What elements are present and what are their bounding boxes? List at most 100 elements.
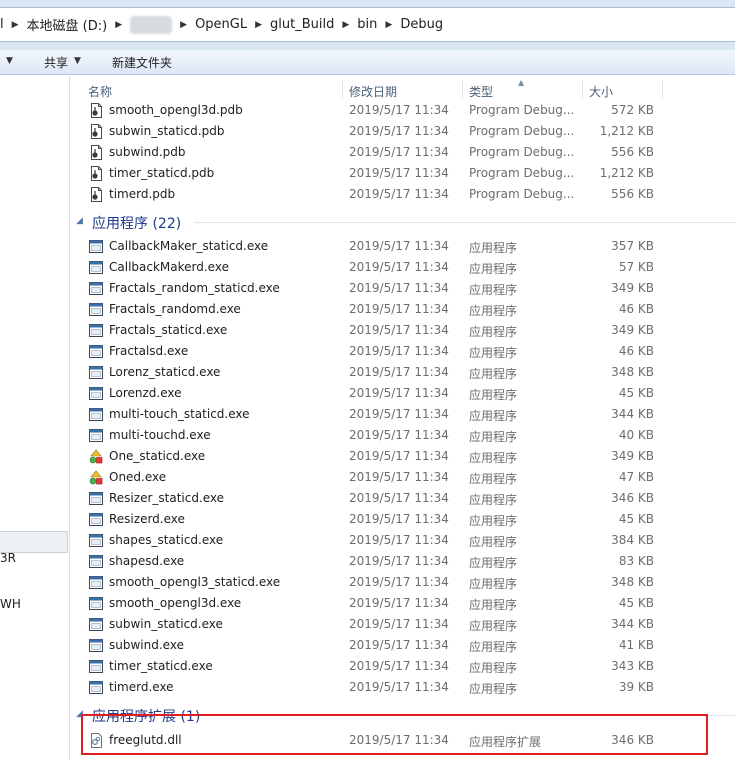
breadcrumb-opengl[interactable]: OpenGL xyxy=(191,17,251,32)
file-size: 1,212 KB xyxy=(599,166,654,180)
file-name: subwin_staticd.exe xyxy=(109,617,223,631)
file-row[interactable]: timer_staticd.exe 2019/5/17 11:34 应用程序 343 … xyxy=(80,656,660,677)
file-modified-date: 2019/5/17 11:34 xyxy=(349,596,449,610)
new-folder-button[interactable]: 新建文件夹 xyxy=(112,54,172,71)
file-row[interactable]: Fractals_staticd.exe 2019/5/17 11:34 应用程序 3… xyxy=(80,320,660,341)
file-modified-date: 2019/5/17 11:34 xyxy=(349,533,449,547)
file-name: One_staticd.exe xyxy=(109,449,206,463)
organize-dropdown-icon[interactable]: ▼ xyxy=(6,56,13,66)
group-header-applications[interactable]: ◢ 应用程序 (22) xyxy=(76,211,735,233)
file-size: 57 KB xyxy=(618,260,654,274)
file-modified-date: 2019/5/17 11:34 xyxy=(349,281,449,295)
file-type: 应用程序 xyxy=(469,388,518,402)
group-label[interactable]: 应用程序 (22) xyxy=(92,213,181,233)
file-size: 348 KB xyxy=(611,365,654,379)
file-type: 应用程序 xyxy=(469,556,518,570)
file-type: 应用程序 xyxy=(469,367,518,381)
file-row[interactable]: Resizerd.exe 2019/5/17 11:34 应用程序 45 KB xyxy=(80,509,660,530)
file-size: 556 KB xyxy=(611,187,654,201)
file-name: Fractals_staticd.exe xyxy=(109,323,228,337)
file-row[interactable]: timerd.exe 2019/5/17 11:34 应用程序 39 KB xyxy=(80,677,660,698)
file-row[interactable]: shapesd.exe 2019/5/17 11:34 应用程序 83 KB xyxy=(80,551,660,572)
file-row[interactable]: smooth_opengl3_staticd.exe 2019/5/17 11:3… xyxy=(80,572,660,593)
exe-file-icon xyxy=(89,491,103,506)
file-type: Program Debug... xyxy=(469,166,575,180)
file-row[interactable]: subwin_staticd.exe 2019/5/17 11:34 应用程序 344… xyxy=(80,614,660,635)
column-header-type[interactable]: 类型 xyxy=(469,83,493,100)
file-type: 应用程序 xyxy=(469,325,518,339)
breadcrumb-separator-icon[interactable]: ▶ xyxy=(111,20,126,30)
file-row[interactable]: One_staticd.exe 2019/5/17 11:34 应用程序 349 KB xyxy=(80,446,660,467)
breadcrumb-separator-icon[interactable]: ▶ xyxy=(381,20,396,30)
file-type: 应用程序 xyxy=(469,472,518,486)
file-row[interactable]: Fractals_randomd.exe 2019/5/17 11:34 应用程序 4… xyxy=(80,299,660,320)
file-type: 应用程序 xyxy=(469,262,518,276)
blurred-folder[interactable] xyxy=(130,15,173,34)
file-name: Fractals_randomd.exe xyxy=(109,302,241,316)
column-divider[interactable] xyxy=(342,80,343,98)
file-name: Lorenz_staticd.exe xyxy=(109,365,221,379)
file-type: Program Debug... xyxy=(469,187,575,201)
breadcrumb-separator-icon[interactable]: ▶ xyxy=(251,20,266,30)
nav-item-fragment[interactable]: 3R xyxy=(0,551,16,565)
breadcrumb-drive[interactable]: 本地磁盘 (D:) xyxy=(23,15,112,34)
file-modified-date: 2019/5/17 11:34 xyxy=(349,638,449,652)
file-row[interactable]: CallbackMaker_staticd.exe 2019/5/17 11:34… xyxy=(80,236,660,257)
file-row[interactable]: multi-touchd.exe 2019/5/17 11:34 应用程序 40 KB xyxy=(80,425,660,446)
file-row[interactable]: Fractalsd.exe 2019/5/17 11:34 应用程序 46 KB xyxy=(80,341,660,362)
file-row[interactable]: Lorenz_staticd.exe 2019/5/17 11:34 应用程序 348… xyxy=(80,362,660,383)
exe-file-icon xyxy=(89,407,103,422)
file-modified-date: 2019/5/17 11:34 xyxy=(349,617,449,631)
file-row[interactable]: shapes_staticd.exe 2019/5/17 11:34 应用程序 384… xyxy=(80,530,660,551)
file-row[interactable]: Fractals_random_staticd.exe 2019/5/17 11:… xyxy=(80,278,660,299)
debug-file-icon xyxy=(89,145,103,160)
group-collapse-icon[interactable]: ◢ xyxy=(76,216,83,226)
file-modified-date: 2019/5/17 11:34 xyxy=(349,344,449,358)
column-header-date[interactable]: 修改日期 xyxy=(349,83,397,100)
breadcrumb-fragment[interactable]: l xyxy=(0,17,8,32)
file-row[interactable]: smooth_opengl3d.exe 2019/5/17 11:34 应用程序 45… xyxy=(80,593,660,614)
file-name: smooth_opengl3_staticd.exe xyxy=(109,575,281,589)
share-button[interactable]: 共享 xyxy=(44,54,68,71)
breadcrumb-glut-build[interactable]: glut_Build xyxy=(266,17,338,32)
breadcrumb-separator-icon[interactable]: ▶ xyxy=(338,20,353,30)
breadcrumb-bin[interactable]: bin xyxy=(353,17,381,32)
navigation-pane[interactable]: 3R WH xyxy=(0,76,70,760)
debug-file-icon xyxy=(89,124,103,139)
column-header-name[interactable]: 名称 xyxy=(88,83,112,100)
command-bar: ▼ 共享 ▼ 新建文件夹 xyxy=(0,50,735,75)
file-type: 应用程序 xyxy=(469,682,518,696)
file-modified-date: 2019/5/17 11:34 xyxy=(349,302,449,316)
breadcrumb-separator-icon[interactable]: ▶ xyxy=(176,20,191,30)
app-shapes-icon xyxy=(89,470,103,485)
file-name: shapes_staticd.exe xyxy=(109,533,224,547)
file-row[interactable]: CallbackMakerd.exe 2019/5/17 11:34 应用程序 57 … xyxy=(80,257,660,278)
file-row[interactable]: timer_staticd.pdb 2019/5/17 11:34 Program … xyxy=(80,163,660,184)
breadcrumb-debug[interactable]: Debug xyxy=(396,17,447,32)
file-modified-date: 2019/5/17 11:34 xyxy=(349,145,449,159)
exe-file-icon xyxy=(89,659,103,674)
file-name: timerd.exe xyxy=(109,680,174,694)
column-header-size[interactable]: 大小 xyxy=(589,83,613,100)
share-dropdown-icon[interactable]: ▼ xyxy=(74,56,81,66)
nav-selected-item[interactable] xyxy=(0,531,68,553)
column-divider[interactable] xyxy=(582,80,583,98)
file-row[interactable]: subwin_staticd.pdb 2019/5/17 11:34 Program… xyxy=(80,121,660,142)
file-row[interactable]: Resizer_staticd.exe 2019/5/17 11:34 应用程序 34… xyxy=(80,488,660,509)
breadcrumb-separator-icon[interactable]: ▶ xyxy=(8,20,23,30)
file-size: 39 KB xyxy=(618,680,654,694)
file-row[interactable]: subwind.exe 2019/5/17 11:34 应用程序 41 KB xyxy=(80,635,660,656)
file-row[interactable]: smooth_opengl3d.pdb 2019/5/17 11:34 Progra… xyxy=(80,100,660,121)
nav-item-fragment[interactable]: WH xyxy=(0,597,21,611)
file-row[interactable]: multi-touch_staticd.exe 2019/5/17 11:34 应用… xyxy=(80,404,660,425)
column-divider[interactable] xyxy=(662,80,663,98)
file-row[interactable]: Lorenzd.exe 2019/5/17 11:34 应用程序 45 KB xyxy=(80,383,660,404)
file-row[interactable]: timerd.pdb 2019/5/17 11:34 Program Debug..… xyxy=(80,184,660,205)
column-divider[interactable] xyxy=(462,80,463,98)
file-name: Oned.exe xyxy=(109,470,167,484)
file-row[interactable]: Oned.exe 2019/5/17 11:34 应用程序 47 KB xyxy=(80,467,660,488)
file-name: multi-touchd.exe xyxy=(109,428,211,442)
file-row[interactable]: subwind.pdb 2019/5/17 11:34 Program Debug.… xyxy=(80,142,660,163)
file-type: 应用程序 xyxy=(469,346,518,360)
file-name: timerd.pdb xyxy=(109,187,176,201)
